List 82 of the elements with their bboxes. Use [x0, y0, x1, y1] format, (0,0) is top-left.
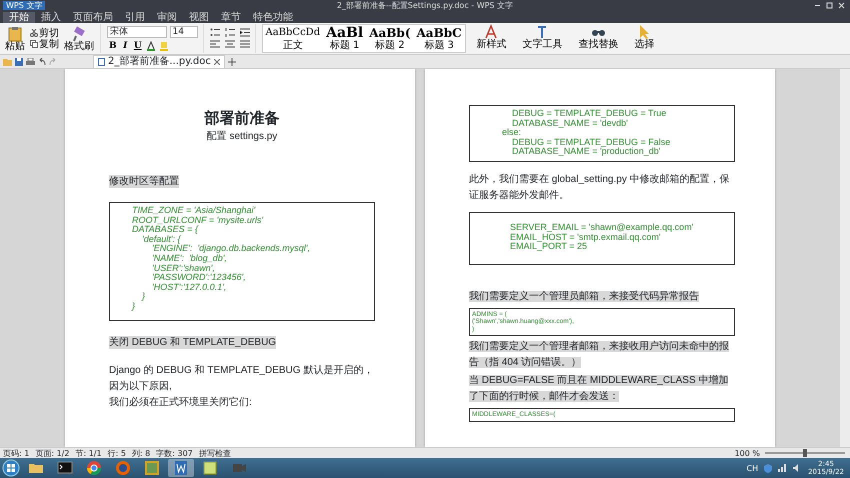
indent-icon[interactable]: [240, 28, 250, 38]
scissors-icon: [30, 29, 38, 37]
input-language[interactable]: CH: [746, 464, 758, 472]
highlight-icon: [158, 41, 169, 51]
paragraph: 我们必须在正式环境里关闭它们:: [109, 396, 253, 410]
app-menu-button[interactable]: WPS 文字: [3, 1, 46, 10]
justify-icon[interactable]: [240, 40, 250, 49]
add-tab-icon[interactable]: [228, 58, 236, 66]
print-icon[interactable]: [26, 58, 35, 66]
status-item: 页面: 1/2: [35, 448, 70, 458]
zoom-level: 100 %: [734, 448, 760, 458]
font-size-field[interactable]: 14: [170, 26, 198, 38]
window-icon: [144, 460, 160, 476]
paste-button[interactable]: 粘贴: [4, 26, 26, 52]
ribbon-tool-button[interactable]: 新样式: [472, 24, 512, 53]
document-subtitle: 配置 settings.py: [206, 130, 278, 144]
window-title: 2_部署前准备--配置Settings.py.doc - WPS 文字: [336, 0, 514, 10]
status-item: 行: 5: [108, 448, 126, 458]
document-title: 部署前准备: [203, 109, 280, 127]
menu-tab[interactable]: 审阅: [151, 12, 183, 23]
menu-tab[interactable]: 视图: [183, 12, 215, 23]
align-left-icon[interactable]: [210, 40, 220, 49]
format-button[interactable]: I: [121, 41, 130, 51]
brush-icon: [72, 26, 86, 42]
network-icon[interactable]: [778, 464, 788, 472]
copy-icon: [30, 40, 38, 48]
ribbon-tool-button[interactable]: 选择: [630, 24, 660, 53]
document-tab[interactable]: 2_部署前准备...py.doc: [93, 54, 225, 68]
menu-tab[interactable]: 特色功能: [247, 12, 299, 23]
style-preset[interactable]: AaBb( 标题 2: [366, 25, 414, 52]
code-block: DEBUG = TEMPLATE_DEBUG = True DATABASE_NAME = 'devdb' else: DEBUG = TEMPLATE_DEBUG = False DATABASE_NAME = 'production_db': [469, 105, 735, 162]
bullet-list-icon[interactable]: [210, 28, 220, 38]
status-item: 字数: 307: [156, 448, 193, 458]
zoom-slider-thumb[interactable]: [803, 449, 807, 457]
format-painter-button[interactable]: 格式刷: [63, 26, 95, 52]
section-heading: 关闭 DEBUG 和 TEMPLATE_DEBUG: [109, 336, 276, 349]
document-icon: [98, 58, 105, 66]
menu-tab[interactable]: 引用: [119, 12, 151, 23]
paragraph: 当 DEBUG=FALSE 而且在 MIDDLEWARE_CLASS 中增加了下面的行时候，邮件才会发送：: [469, 374, 730, 404]
format-button[interactable]: U: [132, 41, 144, 51]
paragraph: 我们需要定义一个管理员邮箱，来接受代码异常报告: [469, 290, 700, 304]
code-block: TIME_ZONE = 'Asia/Shanghai' ROOT_URLCONF = 'mysite.urls' DATABASES = { 'default': { 'ENGINE': 'django.db.backends.mysql', 'NAME': 'blog_db', 'USER':'shawn', 'PASSWORD':'123456', 'HOST':'127.0.0.1', } }: [109, 202, 375, 321]
document-app-icon: [173, 460, 189, 476]
format-button[interactable]: B: [107, 41, 119, 51]
ribbon-tool-button[interactable]: 查找替换: [574, 24, 624, 53]
cut-button[interactable]: 剪切: [29, 28, 60, 38]
paragraph: Django 的 DEBUG 和 TEMPLATE_DEBUG 默认是开启的，因为以下原因,: [109, 364, 374, 394]
style-preset[interactable]: AaBbCcDd 正文: [262, 25, 324, 52]
status-item: 拼写检查: [198, 448, 231, 458]
style-preset[interactable]: AaBbC 标题 3: [414, 25, 465, 52]
minimize-icon[interactable]: [814, 2, 821, 9]
menu-tab[interactable]: 页面布局: [67, 12, 119, 23]
browser-icon: [86, 460, 102, 476]
menu-tab[interactable]: 插入: [35, 12, 67, 23]
status-item: 页码: 1: [3, 448, 30, 458]
maximize-icon[interactable]: [826, 2, 833, 9]
close-icon[interactable]: [214, 58, 220, 64]
menu-tab[interactable]: 章节: [215, 12, 247, 23]
note-icon: [202, 460, 218, 476]
align-center-icon[interactable]: [224, 40, 234, 49]
numbered-list-icon[interactable]: [224, 28, 234, 38]
paragraph: 我们需要定义一个管理者邮箱，来接收用户访问未命中的报告（指 404 访问错误。）: [469, 340, 730, 370]
status-item: 节: 1/1: [75, 448, 102, 458]
taskbar-app[interactable]: [168, 459, 194, 477]
style-preset[interactable]: AaBl 标题 1: [323, 25, 366, 52]
terminal-icon: [57, 460, 73, 476]
vertical-scrollbar[interactable]: [840, 69, 850, 447]
style-icon: [484, 24, 500, 40]
code-block: SERVER_EMAIL = 'shawn@example.qq.com' EMAIL_HOST = 'smtp.exmail.qq.com' EMAIL_PORT = 25: [469, 212, 735, 265]
status-item: 列: 8: [132, 448, 150, 458]
save-icon[interactable]: [15, 58, 23, 66]
copy-button[interactable]: 复制: [29, 38, 60, 50]
font-name-field[interactable]: 宋体: [107, 26, 167, 38]
font-color-icon: [146, 41, 156, 51]
clipboard-icon: [8, 26, 22, 42]
globe-icon: [115, 460, 131, 476]
start-orb-icon[interactable]: [2, 459, 20, 477]
menu-tab[interactable]: 开始: [3, 12, 35, 23]
section-heading: 修改时区等配置: [109, 175, 179, 188]
paragraph: 此外，我们需要在 global_setting.py 中修改邮箱的配置，保证服务器能外发邮件。: [469, 172, 731, 203]
ribbon-tool-button[interactable]: 文字工具: [518, 24, 568, 53]
undo-icon[interactable]: [38, 58, 46, 66]
